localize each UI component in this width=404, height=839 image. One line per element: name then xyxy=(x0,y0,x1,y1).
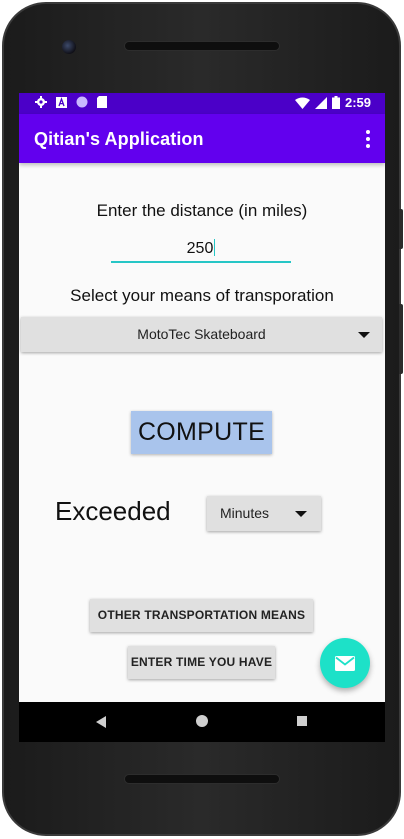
enter-time-button[interactable]: ENTER TIME YOU HAVE xyxy=(128,646,275,679)
battery-icon xyxy=(331,96,340,109)
a-letter-icon xyxy=(56,96,67,108)
email-fab[interactable] xyxy=(320,638,370,688)
result-text: Exceeded xyxy=(55,496,171,526)
other-transportation-button[interactable]: OTHER TRANSPORTATION MEANS xyxy=(90,599,313,632)
home-icon[interactable] xyxy=(196,715,208,727)
wifi-icon xyxy=(294,97,310,109)
compute-button[interactable]: COMPUTE xyxy=(131,411,272,454)
text-cursor xyxy=(214,239,216,256)
top-speaker xyxy=(124,41,280,51)
overflow-menu-icon[interactable] xyxy=(365,130,371,148)
circle-icon xyxy=(76,96,88,108)
bottom-speaker xyxy=(124,774,280,784)
app-bar: Qitian's Application xyxy=(19,114,385,163)
power-button xyxy=(399,304,403,374)
gear-icon xyxy=(35,96,47,108)
unit-spinner[interactable]: Minutes xyxy=(207,496,321,531)
recent-apps-icon[interactable] xyxy=(297,716,307,726)
distance-value: 250 xyxy=(186,240,214,257)
transport-spinner[interactable]: MotoTec Skateboard xyxy=(21,317,382,352)
signal-icon xyxy=(314,96,327,109)
distance-input[interactable]: 250 xyxy=(111,235,291,263)
screen: 2:59 Qitian's Application Enter the dist… xyxy=(19,93,385,702)
app-title: Qitian's Application xyxy=(34,129,204,149)
transport-label: Select your means of transporation xyxy=(70,286,334,305)
sd-card-icon xyxy=(97,96,107,108)
email-icon xyxy=(335,655,355,671)
navigation-bar xyxy=(19,702,385,742)
dropdown-caret-icon xyxy=(295,511,307,517)
unit-selected: Minutes xyxy=(220,505,270,521)
dropdown-caret-icon xyxy=(358,332,370,338)
back-icon[interactable] xyxy=(96,716,106,728)
front-camera xyxy=(62,40,76,54)
volume-button xyxy=(399,209,403,249)
distance-label: Enter the distance (in miles) xyxy=(96,201,308,220)
status-bar: 2:59 xyxy=(19,93,385,114)
status-time: 2:59 xyxy=(344,95,371,110)
transport-selected: MotoTec Skateboard xyxy=(137,326,266,342)
